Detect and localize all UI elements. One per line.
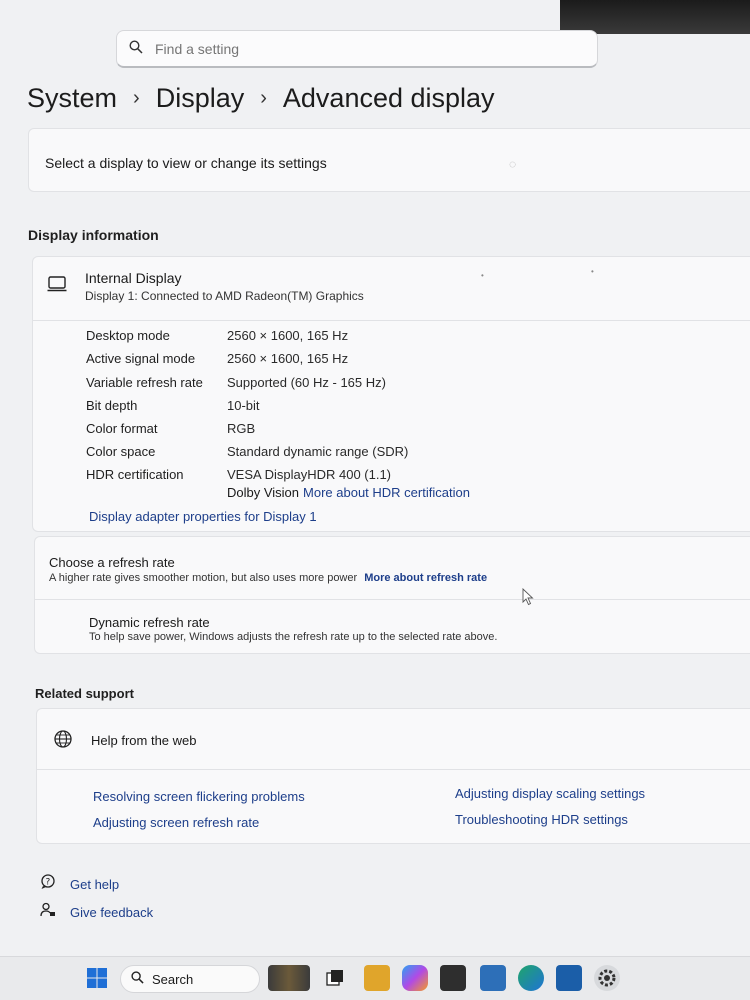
chevron-right-icon: › (133, 86, 140, 109)
display-header: Internal Display Display 1: Connected to… (33, 257, 750, 321)
breadcrumb-display[interactable]: Display (156, 83, 245, 114)
windows-start-icon[interactable] (86, 967, 110, 991)
mouse-cursor-icon (522, 587, 534, 611)
taskbar-search[interactable]: Search (120, 965, 260, 993)
prop-variable-refresh-rate: Variable refresh rate Supported (60 Hz -… (86, 375, 386, 390)
dust-dot: • (591, 267, 594, 276)
hdr-cert-link[interactable]: More about HDR certification (303, 485, 470, 500)
support-link-refresh-rate[interactable]: Adjusting screen refresh rate (93, 815, 259, 830)
dust-dot: • (481, 271, 484, 280)
refresh-rate-link[interactable]: More about refresh rate (364, 572, 487, 584)
top-dark-edge (560, 0, 750, 34)
svg-text:?: ? (46, 878, 51, 888)
chevron-right-icon: › (260, 86, 267, 109)
dolby-vision-text: Dolby Vision (227, 485, 300, 500)
monitor-icon (47, 275, 69, 293)
give-feedback-link[interactable]: Give feedback (70, 905, 153, 920)
related-support-card: Help from the web Resolving screen flick… (36, 708, 750, 844)
settings-icon[interactable] (594, 965, 620, 991)
search-icon (131, 971, 144, 987)
store-icon[interactable] (440, 965, 466, 991)
prop-hdr-certification: HDR certification VESA DisplayHDR 400 (1… (86, 467, 392, 482)
display-connection: Display 1: Connected to AMD Radeon(TM) G… (85, 289, 364, 303)
dynamic-refresh-title: Dynamic refresh rate (89, 615, 210, 630)
page-title: Advanced display (282, 82, 495, 113)
display-info-title: Display information (28, 227, 159, 243)
prop-desktop-mode: Desktop mode 2560 × 1600, 165 Hz (86, 328, 349, 343)
prop-color-space: Color space Standard dynamic range (SDR) (86, 444, 409, 459)
divider (35, 599, 750, 600)
taskbar-search-label: Search (152, 971, 194, 987)
prop-color-format: Color format RGB (86, 421, 256, 436)
related-support-title: Related support (35, 686, 134, 701)
search-input[interactable] (155, 40, 555, 57)
copilot-icon[interactable] (402, 965, 428, 991)
help-from-web[interactable]: Help from the web (91, 733, 197, 748)
edge-icon[interactable] (518, 965, 544, 991)
breadcrumb: System › Display › Advanced display (27, 78, 495, 118)
file-explorer-icon[interactable] (364, 965, 390, 991)
refresh-rate-title: Choose a refresh rate (49, 555, 175, 570)
prop-active-signal-mode: Active signal mode 2560 × 1600, 165 Hz (86, 351, 349, 366)
prop-bit-depth: Bit depth 10-bit (86, 398, 260, 413)
task-view-icon[interactable] (326, 969, 344, 987)
support-link-flickering[interactable]: Resolving screen flickering problems (93, 789, 305, 804)
get-help-row[interactable]: ? Get help (40, 874, 119, 895)
game-app-icon[interactable] (268, 965, 310, 991)
get-help-icon: ? (40, 874, 62, 895)
dynamic-refresh-desc: To help save power, Windows adjusts the … (89, 631, 498, 643)
display-info-card: Internal Display Display 1: Connected to… (32, 256, 750, 532)
hdr-second-line: Dolby Vision More about HDR certificatio… (227, 485, 470, 500)
globe-icon (53, 729, 73, 754)
refresh-rate-card: Choose a refresh rate A higher rate give… (34, 536, 750, 654)
pen-app-icon[interactable] (556, 965, 582, 991)
loading-spinner-icon: ◌ (509, 157, 517, 171)
taskbar: Search (0, 956, 750, 1000)
support-link-hdr[interactable]: Troubleshooting HDR settings (455, 812, 628, 827)
select-display-card[interactable]: Select a display to view or change its s… (28, 128, 750, 192)
divider (37, 769, 750, 770)
support-link-scaling[interactable]: Adjusting display scaling settings (455, 786, 645, 801)
give-feedback-row[interactable]: Give feedback (40, 902, 153, 923)
notepad-icon[interactable] (480, 965, 506, 991)
search-box[interactable] (116, 30, 598, 68)
refresh-rate-desc-row: A higher rate gives smoother motion, but… (49, 572, 487, 584)
display-adapter-link[interactable]: Display adapter properties for Display 1 (89, 509, 317, 524)
search-icon (129, 40, 149, 57)
select-display-text: Select a display to view or change its s… (45, 155, 327, 171)
breadcrumb-system[interactable]: System (27, 83, 117, 114)
feedback-icon (40, 902, 62, 923)
refresh-rate-desc: A higher rate gives smoother motion, but… (49, 572, 358, 584)
display-name: Internal Display (85, 270, 182, 286)
get-help-link[interactable]: Get help (70, 877, 119, 892)
